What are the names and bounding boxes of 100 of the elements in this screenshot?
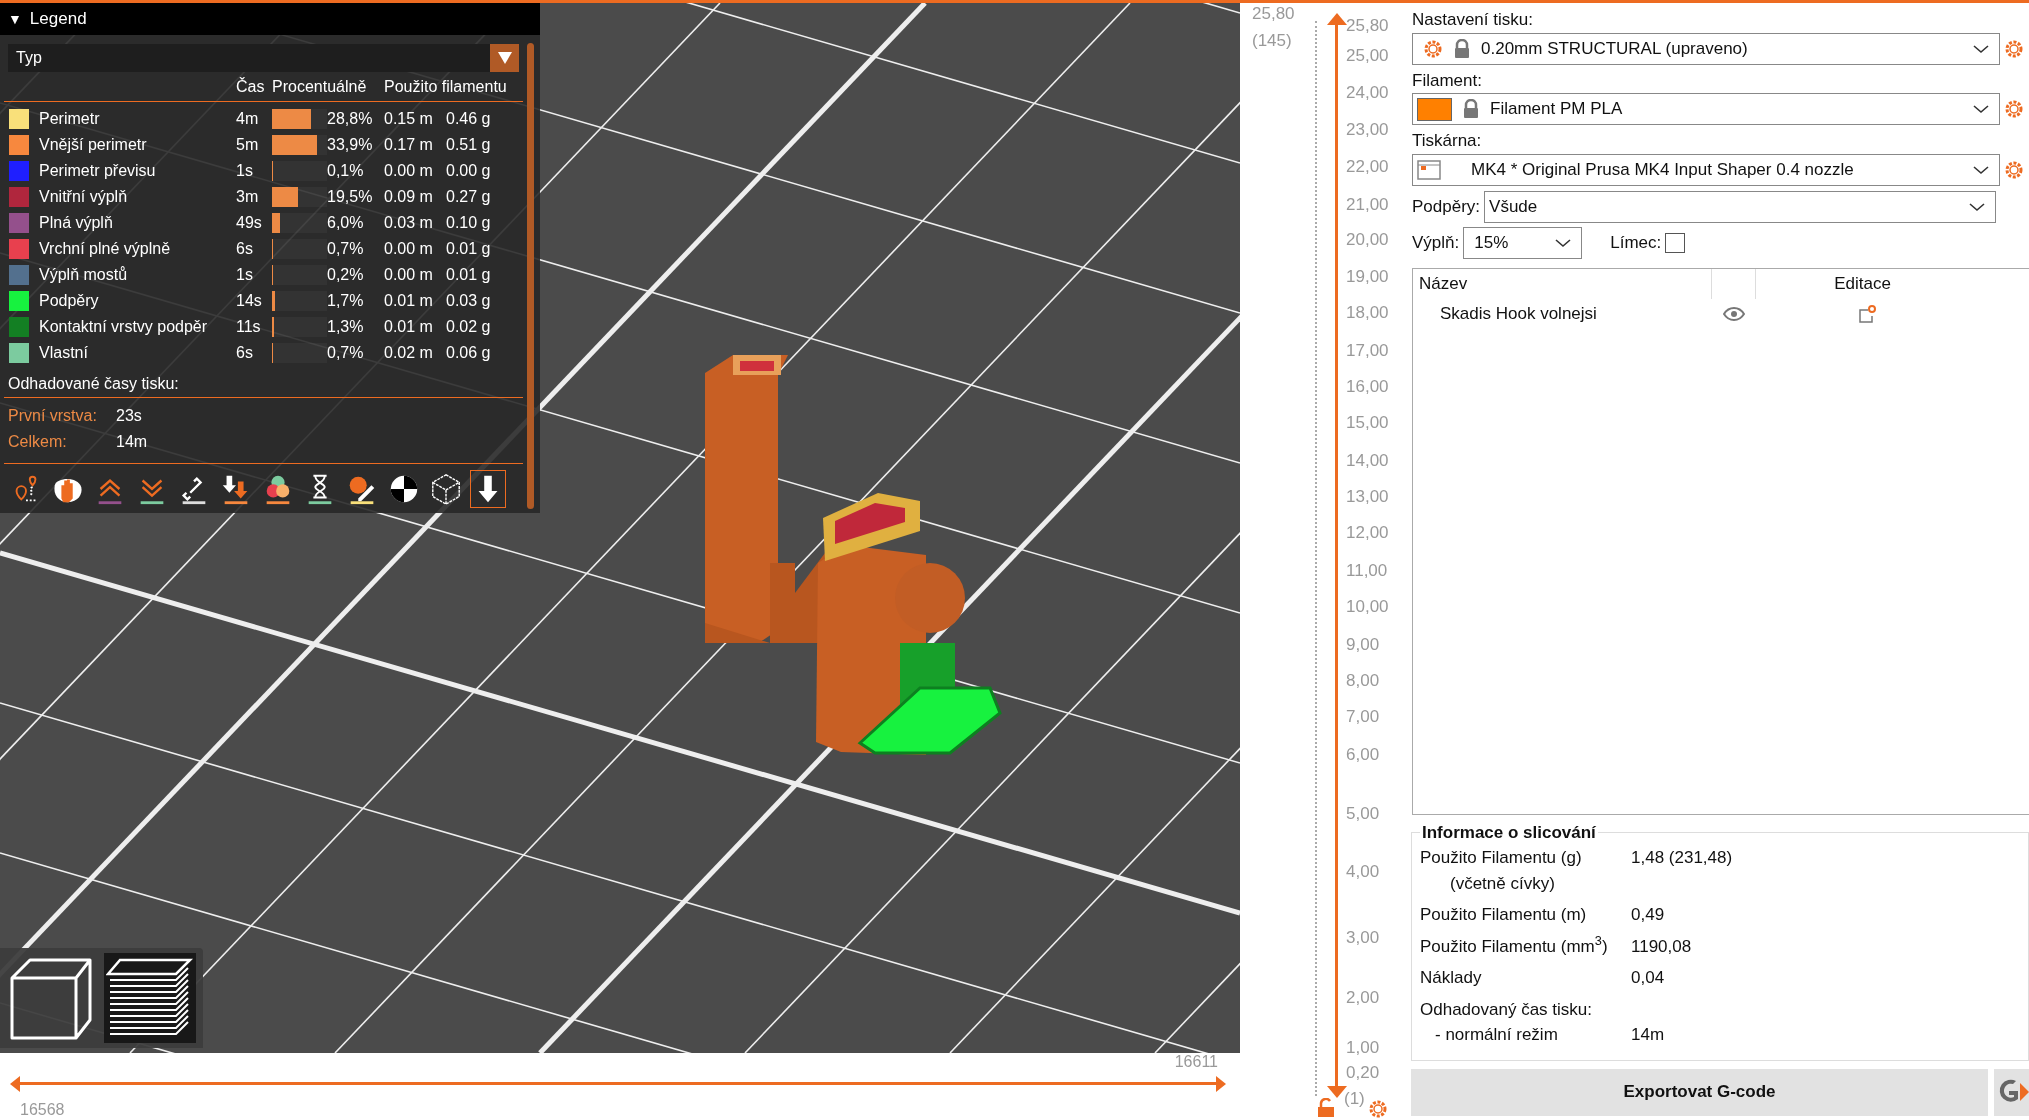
legend-time: 11s	[236, 317, 262, 337]
tick-label: 7,00	[1346, 708, 1380, 725]
slice-info-title: Informace o slicování	[1421, 821, 1597, 844]
legend-percent: 1,7%	[327, 291, 365, 311]
legend-label: Vnitřní výplň	[39, 187, 129, 207]
legend-label: Vrchní plné výplně	[39, 239, 172, 259]
legend-length: 0.15 m	[384, 109, 434, 129]
info-label: Použito Filamentu (m)	[1420, 904, 1588, 926]
legend-weight: 0.00 g	[446, 161, 491, 181]
view-button[interactable]	[104, 953, 196, 1043]
time-label: Celkem:	[8, 432, 68, 452]
legend-weight: 0.02 g	[446, 317, 491, 337]
toolbar-button[interactable]	[470, 470, 506, 508]
printer-dropdown[interactable]: MK4 * Original Prusa MK4 Input Shaper 0.4 nozzle	[1412, 153, 2000, 186]
settings-icon[interactable]	[1368, 1099, 1388, 1119]
brim-checkbox[interactable]	[1665, 232, 1686, 253]
legend-percent: 0,7%	[327, 343, 365, 363]
time-label: První vrstva:	[8, 406, 98, 426]
chevron-down-icon	[1973, 104, 1989, 114]
slider-top-handle[interactable]	[1327, 13, 1347, 25]
slider-top-value: 25,80	[1252, 3, 1295, 25]
time-value: 14m	[116, 432, 148, 452]
field-label: Límec:	[1610, 231, 1662, 254]
slider-bottom-handle[interactable]	[1327, 1086, 1347, 1098]
export-gcode-button[interactable]: Exportovat G-code	[1411, 1068, 1988, 1116]
legend-time: 5m	[236, 135, 260, 155]
infill-dropdown[interactable]: 15%	[1463, 226, 1583, 259]
gear-icon[interactable]	[2004, 159, 2024, 180]
info-label: Náklady	[1420, 967, 1483, 989]
legend-time: 3m	[236, 187, 260, 207]
column-header: Editace	[1833, 272, 1892, 295]
legend-weight: 0.03 g	[446, 291, 491, 311]
legend-label: Perimetr převisu	[39, 161, 157, 181]
info-label: Použito Filamentu (g)	[1420, 847, 1583, 869]
info-sublabel: (včetně cívky)	[1449, 872, 1556, 895]
column-header: Procentuálně	[272, 77, 368, 97]
tick-label: 14,00	[1346, 452, 1389, 469]
tick-label: 16,00	[1346, 378, 1389, 395]
object-row[interactable]: Skadis Hook volnejsi	[1413, 298, 2029, 329]
legend-weight: 0.51 g	[446, 135, 491, 155]
info-value: 1190,08	[1631, 935, 1692, 958]
legend-time: 49s	[236, 213, 263, 233]
collapse-toggle[interactable]: ▼	[8, 12, 22, 26]
chevron-down-icon	[1973, 164, 1989, 175]
legend-label: Kontaktní vrstvy podpěr	[39, 317, 209, 337]
lock-icon	[1453, 38, 1471, 59]
tick-label: 8,00	[1346, 672, 1380, 689]
tick-label: 11,00	[1346, 562, 1388, 579]
gear-icon[interactable]	[1423, 38, 1443, 59]
legend-length: 0.03 m	[384, 213, 434, 233]
legend-percent: 28,8%	[327, 109, 374, 129]
slider-right-handle[interactable]	[1216, 1076, 1228, 1092]
view-type-dropdown[interactable]: Typ	[8, 44, 519, 72]
field-label: Výplň:	[1412, 231, 1460, 254]
legend-time: 1s	[236, 161, 254, 181]
legend-title: Legend	[29, 8, 87, 31]
eye-icon[interactable]	[1723, 306, 1745, 321]
printer-window-icon	[1417, 159, 1441, 180]
legend-percent: 19,5%	[327, 187, 374, 207]
wireframe-cube-icon	[429, 471, 463, 507]
edit-settings-icon[interactable]	[1857, 303, 1877, 324]
legend-label: Výplň mostů	[39, 265, 129, 285]
info-value: 1,48 (231,48)	[1631, 847, 1733, 868]
legend-label: Perimetr	[39, 109, 101, 129]
scrollbar[interactable]	[527, 43, 534, 509]
tick-label: 21,00	[1346, 196, 1389, 213]
gear-icon[interactable]	[2004, 99, 2024, 119]
legend-time: 6s	[236, 343, 254, 363]
slider-left-handle[interactable]	[8, 1076, 20, 1092]
legend-label: Podpěry	[39, 291, 100, 311]
chevron-down-icon	[1555, 237, 1572, 248]
info-value: 14m	[1631, 1024, 1665, 1046]
legend-weight: 0.06 g	[446, 343, 491, 363]
legend-label: Plná výplň	[39, 213, 114, 233]
estimated-times-heading: Odhadované časy tisku:	[4, 372, 523, 398]
field-label: Podpěry:	[1412, 195, 1481, 218]
unlock-icon[interactable]	[1317, 1098, 1335, 1118]
column-header: Použito filamentu	[384, 77, 507, 97]
tick-label: 25,00	[1346, 47, 1389, 64]
print-settings-dropdown[interactable]: 0.20mm STRUCTURAL (upraveno)	[1412, 32, 2000, 65]
lock-icon	[1462, 99, 1480, 119]
tick-label: 12,00	[1346, 524, 1389, 541]
filament-dropdown[interactable]: Filament PM PLA	[1412, 93, 2000, 125]
gear-icon[interactable]	[2004, 38, 2024, 59]
legend-time: 1s	[236, 265, 254, 285]
legend-percent: 0,7%	[327, 239, 365, 259]
tick-label: 5,00	[1346, 805, 1380, 822]
legend-length: 0.00 m	[384, 265, 434, 285]
gcode-send-icon[interactable]	[1994, 1068, 2029, 1116]
supports-dropdown[interactable]: Všude	[1484, 190, 1997, 223]
legend-header[interactable]: ▼ Legend	[0, 3, 540, 35]
legend-length: 0.01 m	[384, 291, 434, 311]
legend-percent: 1,3%	[327, 317, 365, 337]
legend-label: Vnější perimetr	[39, 135, 148, 155]
legend-weight: 0.46 g	[446, 109, 491, 129]
legend-weight: 0.27 g	[446, 187, 491, 207]
legend-percent: 0,1%	[327, 161, 365, 181]
tick-label: 18,00	[1346, 304, 1389, 321]
tick-label: 6,00	[1346, 746, 1380, 763]
tick-label: 1,00	[1346, 1039, 1380, 1056]
